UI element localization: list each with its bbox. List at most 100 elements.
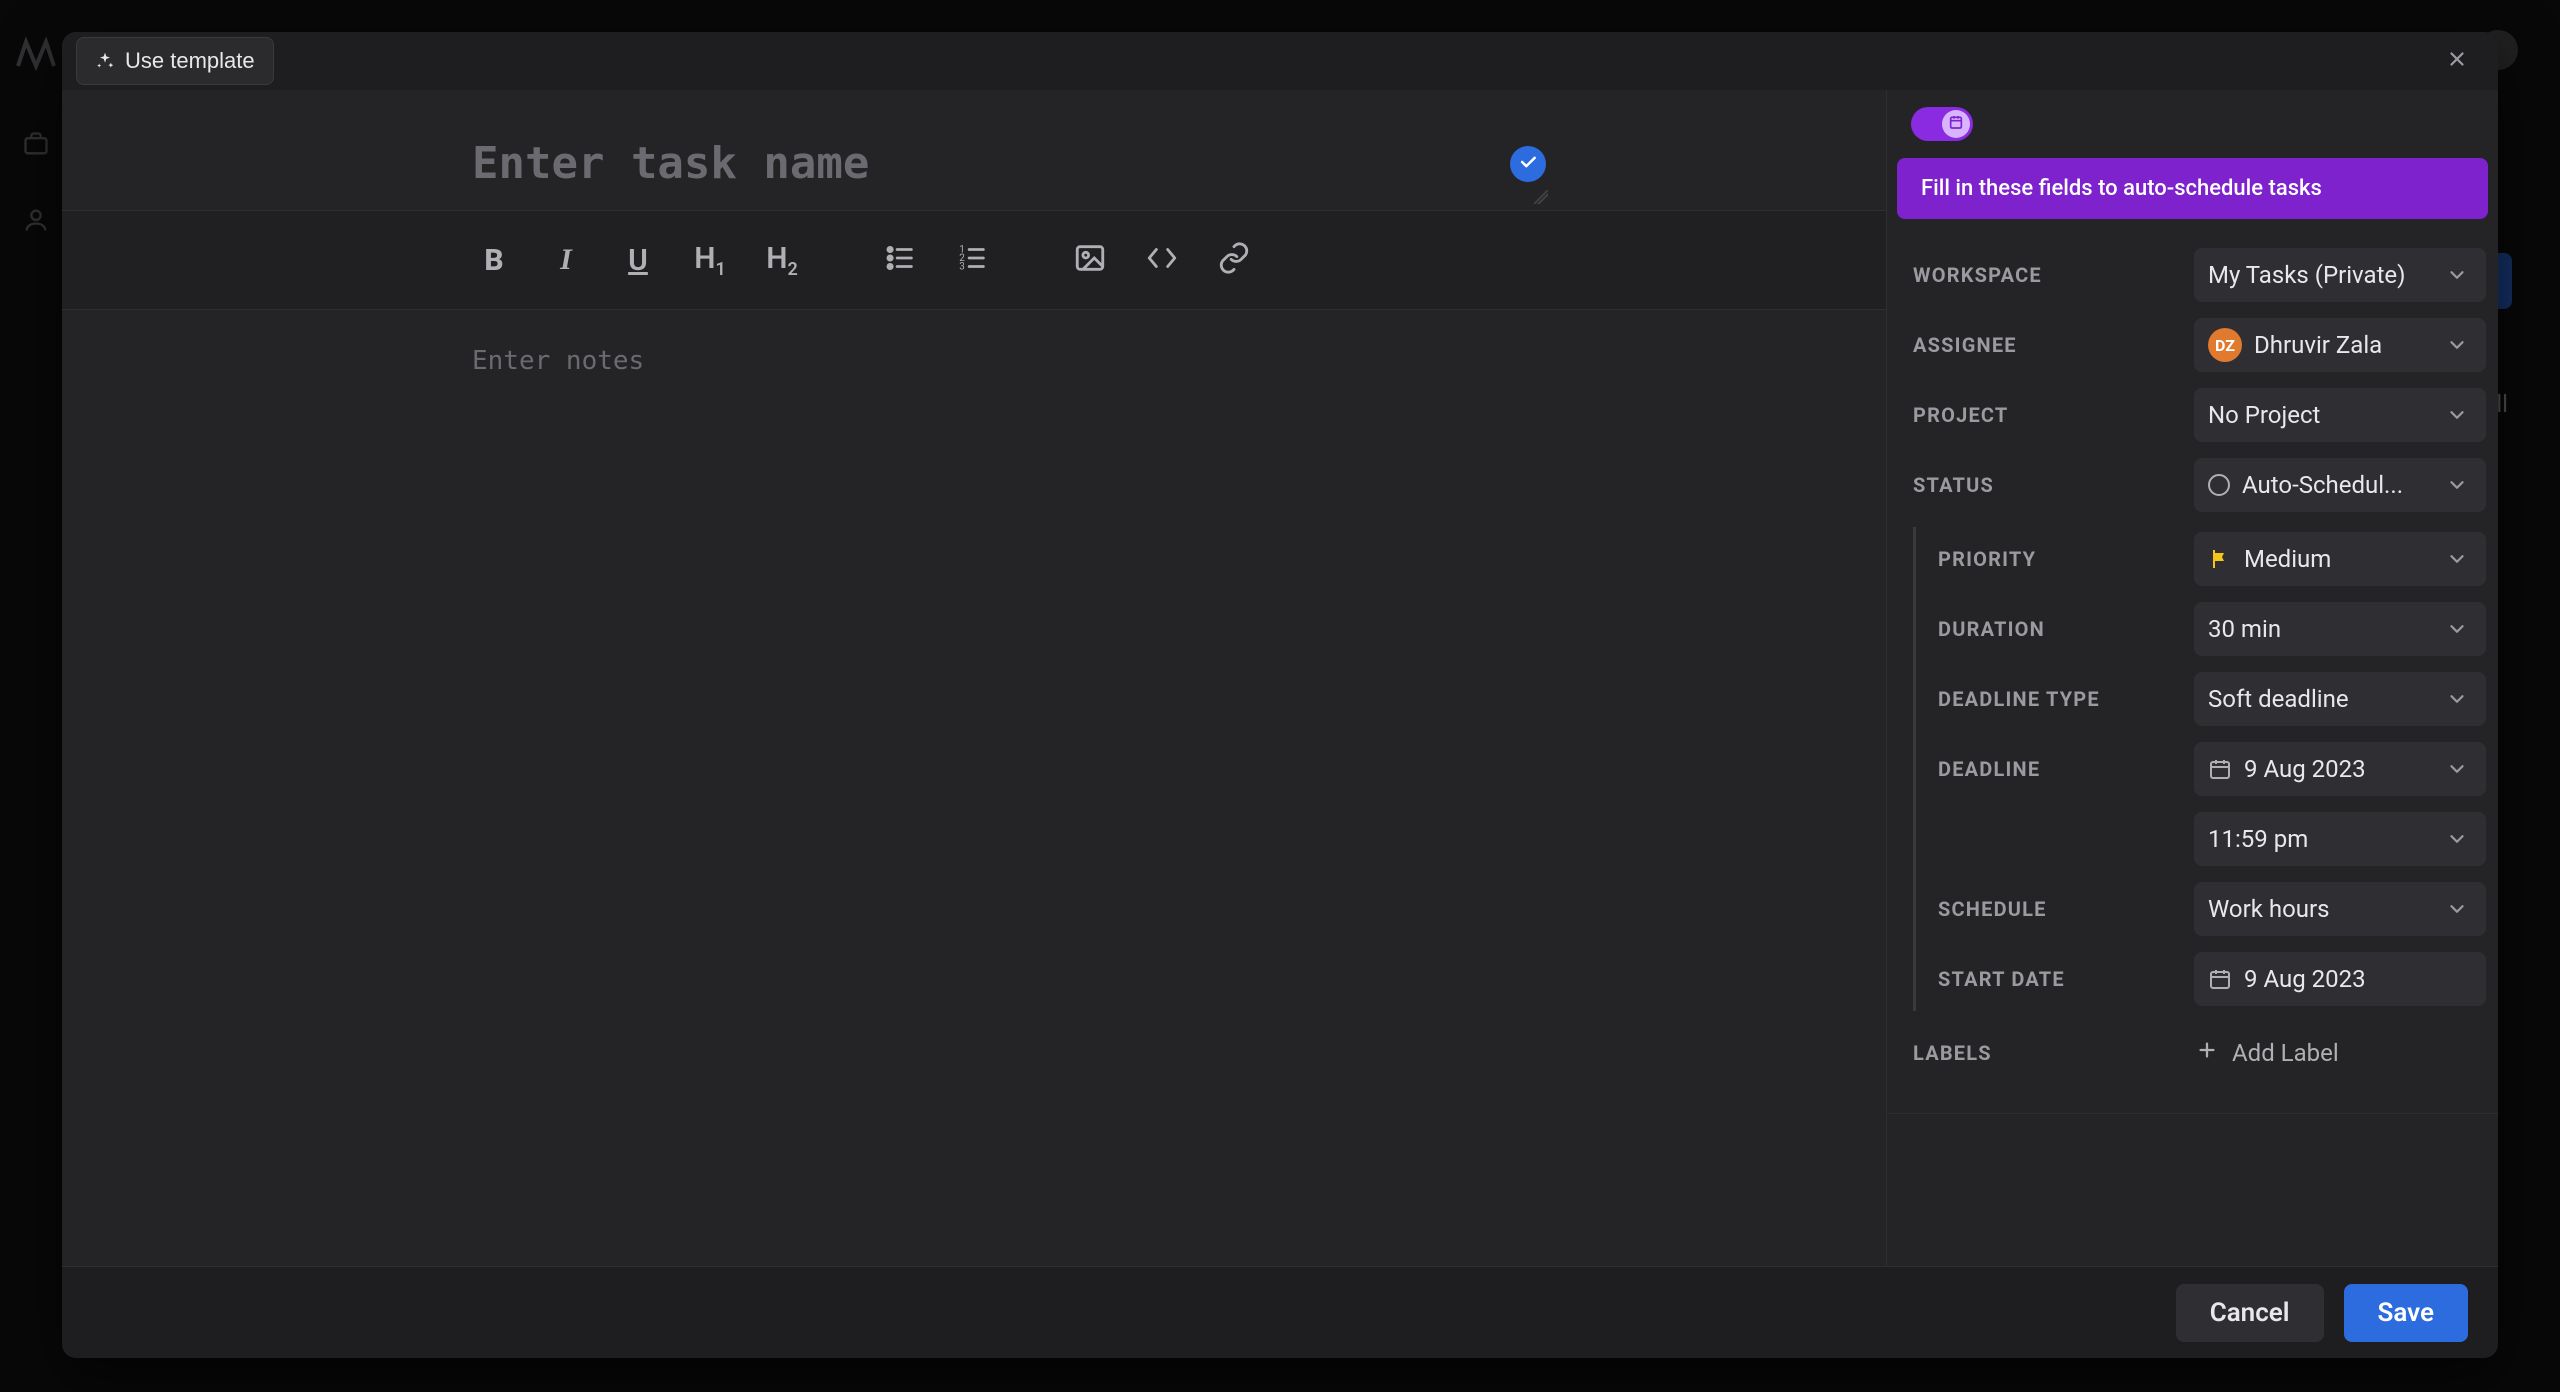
duration-select[interactable]: 30 min [2194,602,2486,656]
field-workspace: Workspace My Tasks (Private) [1899,243,2486,307]
field-label-priority: Priority [1916,547,2194,571]
field-label-deadline-type: Deadline Type [1916,687,2194,711]
cancel-label: Cancel [2210,1298,2290,1328]
field-labels: Labels Add Label [1899,1021,2486,1085]
priority-value: Medium [2244,545,2434,573]
assignee-avatar: DZ [2208,328,2242,362]
close-icon [2446,48,2468,74]
start-date-value: 9 Aug 2023 [2244,965,2472,993]
task-name-input[interactable] [472,138,1490,196]
sparkle-icon [95,51,115,71]
plus-icon [2196,1039,2218,1067]
task-name-row [62,90,1886,210]
heading2-button[interactable]: H2 [746,224,818,296]
numbered-list-icon: 123 [955,241,989,279]
use-template-label: Use template [125,48,255,74]
field-start-date: Start Date 9 Aug 2023 [1916,947,2486,1011]
task-complete-toggle[interactable] [1510,146,1546,182]
project-select[interactable]: No Project [2194,388,2486,442]
code-button[interactable] [1126,224,1198,296]
modal-footer: Cancel Save [62,1266,2498,1358]
cancel-button[interactable]: Cancel [2176,1284,2324,1342]
add-label-button[interactable]: Add Label [2182,1026,2474,1080]
deadline-date-select[interactable]: 9 Aug 2023 [2194,742,2486,796]
heading2-icon: H2 [766,241,798,280]
field-label-labels: Labels [1899,1041,2182,1065]
link-button[interactable] [1198,224,1270,296]
numbered-list-button[interactable]: 123 [936,224,1008,296]
field-label-duration: Duration [1916,617,2194,641]
auto-schedule-icon [1948,114,1964,134]
start-date-select[interactable]: 9 Aug 2023 [2194,952,2486,1006]
bullet-list-button[interactable] [864,224,936,296]
task-modal: Use template B I [62,32,2498,1358]
duration-value: 30 min [2208,615,2434,643]
image-icon [1073,241,1107,279]
assignee-select[interactable]: DZ Dhruvir Zala [2194,318,2486,372]
image-button[interactable] [1054,224,1126,296]
workspace-select[interactable]: My Tasks (Private) [2194,248,2486,302]
underline-button[interactable]: U [602,224,674,296]
status-select[interactable]: Auto-Schedul... [2194,458,2486,512]
field-status: Status Auto-Schedul... [1899,453,2486,517]
project-value: No Project [2208,401,2434,429]
modal-right-pane: Fill in these fields to auto-schedule ta… [1886,90,2498,1266]
right-pane-spacer [1887,1113,2498,1266]
modal-top-bar: Use template [62,32,2498,90]
schedule-select[interactable]: Work hours [2194,882,2486,936]
priority-select[interactable]: Medium [2194,532,2486,586]
chevron-down-icon [2446,826,2472,852]
deadline-type-select[interactable]: Soft deadline [2194,672,2486,726]
deadline-type-value: Soft deadline [2208,685,2434,713]
field-label-status: Status [1899,473,2194,497]
chevron-down-icon [2446,546,2472,572]
resize-handle-icon[interactable] [1534,190,1548,204]
use-template-button[interactable]: Use template [76,37,274,85]
deadline-date-value: 9 Aug 2023 [2244,755,2434,783]
field-label-assignee: Assignee [1899,333,2194,357]
status-circle-icon [2208,474,2230,496]
close-button[interactable] [2440,44,2474,78]
underline-icon: U [628,243,648,278]
assignee-value: Dhruvir Zala [2254,331,2434,359]
auto-schedule-toggle[interactable] [1911,107,1973,141]
deadline-time-select[interactable]: 11:59 pm [2194,812,2486,866]
italic-button[interactable]: I [530,224,602,296]
field-list: Workspace My Tasks (Private) Assignee DZ… [1887,229,2498,1103]
add-label-text: Add Label [2232,1039,2339,1067]
auto-schedule-banner: Fill in these fields to auto-schedule ta… [1897,158,2488,219]
heading1-button[interactable]: H1 [674,224,746,296]
banner-text: Fill in these fields to auto-schedule ta… [1921,176,2322,201]
auto-schedule-nested-fields: Priority Medium Duration 30 min [1913,527,2486,1011]
chevron-down-icon [2446,332,2472,358]
field-schedule: Schedule Work hours [1916,877,2486,941]
italic-icon: I [560,243,572,277]
toggle-knob [1942,110,1970,138]
deadline-time-value: 11:59 pm [2208,825,2434,853]
status-value: Auto-Schedul... [2242,471,2434,499]
field-deadline-type: Deadline Type Soft deadline [1916,667,2486,731]
notes-input[interactable] [472,346,1846,1230]
field-label-workspace: Workspace [1899,263,2194,287]
calendar-icon [2208,757,2232,781]
save-label: Save [2378,1298,2435,1328]
field-priority: Priority Medium [1916,527,2486,591]
save-button[interactable]: Save [2344,1284,2469,1342]
chevron-down-icon [2446,402,2472,428]
bold-button[interactable]: B [458,224,530,296]
link-icon [1217,241,1251,279]
field-assignee: Assignee DZ Dhruvir Zala [1899,313,2486,377]
chevron-down-icon [2446,756,2472,782]
field-label-project: Project [1899,403,2194,427]
checkmark-icon [1518,152,1538,176]
modal-body: B I U H1 H2 123 [62,90,2498,1266]
chevron-down-icon [2446,686,2472,712]
schedule-value: Work hours [2208,895,2434,923]
field-duration: Duration 30 min [1916,597,2486,661]
editor-toolbar: B I U H1 H2 123 [62,210,1886,310]
chevron-down-icon [2446,896,2472,922]
field-deadline-date: Deadline 9 Aug 2023 [1916,737,2486,801]
calendar-icon [2208,967,2232,991]
field-label-schedule: Schedule [1916,897,2194,921]
workspace-value: My Tasks (Private) [2208,261,2434,289]
